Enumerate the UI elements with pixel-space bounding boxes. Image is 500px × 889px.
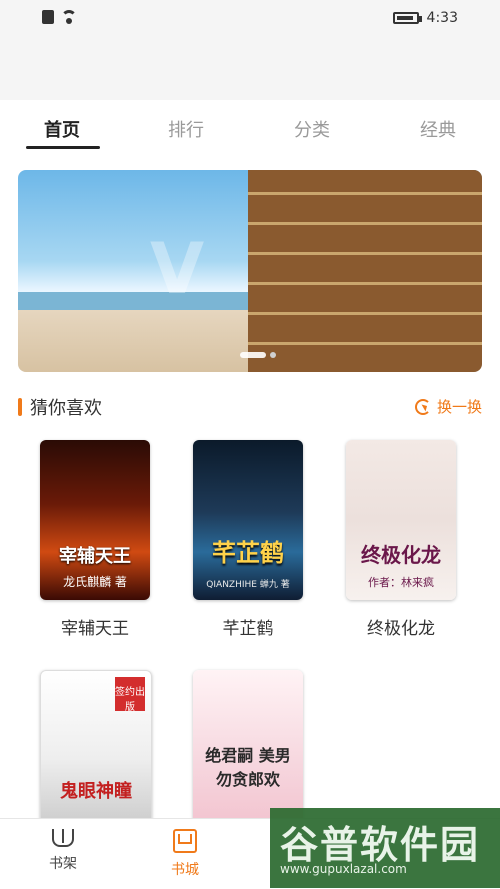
carousel-indicator bbox=[270, 352, 276, 358]
book-title: 终极化龙 bbox=[367, 619, 435, 639]
nav-bookshelf[interactable]: 书架 bbox=[28, 829, 98, 873]
banner-shelf-row bbox=[248, 192, 482, 195]
active-tab-indicator bbox=[26, 146, 100, 149]
cover-author: 龙氏麒麟 著 bbox=[63, 575, 127, 589]
book-card[interactable]: 终极化龙 作者：林来疯 终极化龙 bbox=[346, 440, 456, 639]
watermark-title: 谷普软件园 bbox=[280, 823, 481, 867]
refresh-icon bbox=[414, 398, 431, 415]
cover-title: 绝君嗣 美男勿贪郎欢 bbox=[205, 746, 291, 789]
swap-label: 换一换 bbox=[436, 398, 482, 416]
tab-ranking[interactable]: 排行 bbox=[168, 116, 204, 142]
banner-shelf-row bbox=[248, 342, 482, 345]
section-accent-bar bbox=[18, 398, 22, 416]
section-title: 猜你喜欢 bbox=[30, 398, 102, 419]
header-space bbox=[0, 38, 500, 100]
tab-category[interactable]: 分类 bbox=[294, 116, 330, 142]
status-right: 4:33 bbox=[392, 10, 458, 26]
book-cover: 绝君嗣 美男勿贪郎欢 bbox=[193, 670, 303, 830]
swap-button[interactable]: 换一换 bbox=[414, 396, 482, 417]
nav-bookstore-label: 书城 bbox=[171, 862, 199, 878]
signed-badge: 签约出版 bbox=[115, 677, 145, 713]
status-time: 4:33 bbox=[426, 10, 458, 26]
cover-author: 作者：林来疯 bbox=[368, 576, 434, 589]
battery-icon bbox=[392, 12, 422, 24]
banner-shelf-row bbox=[248, 282, 482, 285]
cover-title: 终极化龙 bbox=[361, 543, 441, 567]
status-bar: 4:33 bbox=[0, 0, 500, 38]
cover-title: 芊芷鹤 bbox=[212, 539, 284, 567]
watermark-overlay: 谷普软件园 www.gupuxlazal.com bbox=[270, 808, 500, 888]
cover-title: 宰辅天王 bbox=[59, 546, 131, 567]
tab-home[interactable]: 首页 bbox=[44, 116, 80, 142]
banner-carousel[interactable]: V bbox=[18, 170, 482, 372]
nav-bookstore[interactable]: 书城 bbox=[150, 829, 220, 879]
cover-author: QIANZHIHE 蝉九 著 bbox=[206, 580, 290, 590]
tab-classic[interactable]: 经典 bbox=[420, 116, 456, 142]
book-card[interactable]: 宰辅天王 龙氏麒麟 著 宰辅天王 bbox=[40, 440, 150, 639]
notification-icon bbox=[42, 10, 54, 24]
wifi-icon bbox=[60, 10, 78, 24]
watermark-url: www.gupuxlazal.com bbox=[280, 862, 407, 876]
book-card[interactable]: 芊芷鹤 QIANZHIHE 蝉九 著 芊芷鹤 bbox=[193, 440, 303, 639]
banner-sea bbox=[18, 292, 248, 310]
book-cover: 终极化龙 作者：林来疯 bbox=[346, 440, 456, 600]
book-title: 芊芷鹤 bbox=[222, 619, 274, 639]
banner-shelf-row bbox=[248, 222, 482, 225]
nav-bookshelf-label: 书架 bbox=[49, 856, 77, 872]
cover-title: 鬼眼神瞳 bbox=[60, 781, 132, 802]
banner-bookshelf bbox=[248, 170, 482, 372]
carousel-indicator-active bbox=[240, 352, 266, 358]
banner-floor bbox=[18, 310, 248, 372]
book-cover: 宰辅天王 龙氏麒麟 著 bbox=[40, 440, 150, 600]
book-cover: 芊芷鹤 QIANZHIHE 蝉九 著 bbox=[193, 440, 303, 600]
book-title: 宰辅天王 bbox=[61, 619, 129, 639]
banner-shelf-row bbox=[248, 252, 482, 255]
banner-shelf-row bbox=[248, 312, 482, 315]
recommend-section-header: 猜你喜欢 换一换 bbox=[0, 388, 500, 428]
book-cover: 签约出版 鬼眼神瞳 bbox=[40, 670, 152, 832]
bookstore-icon bbox=[173, 829, 197, 853]
banner-overlay-text: V bbox=[150, 228, 205, 310]
bookshelf-icon bbox=[52, 829, 74, 847]
status-left bbox=[42, 10, 78, 24]
